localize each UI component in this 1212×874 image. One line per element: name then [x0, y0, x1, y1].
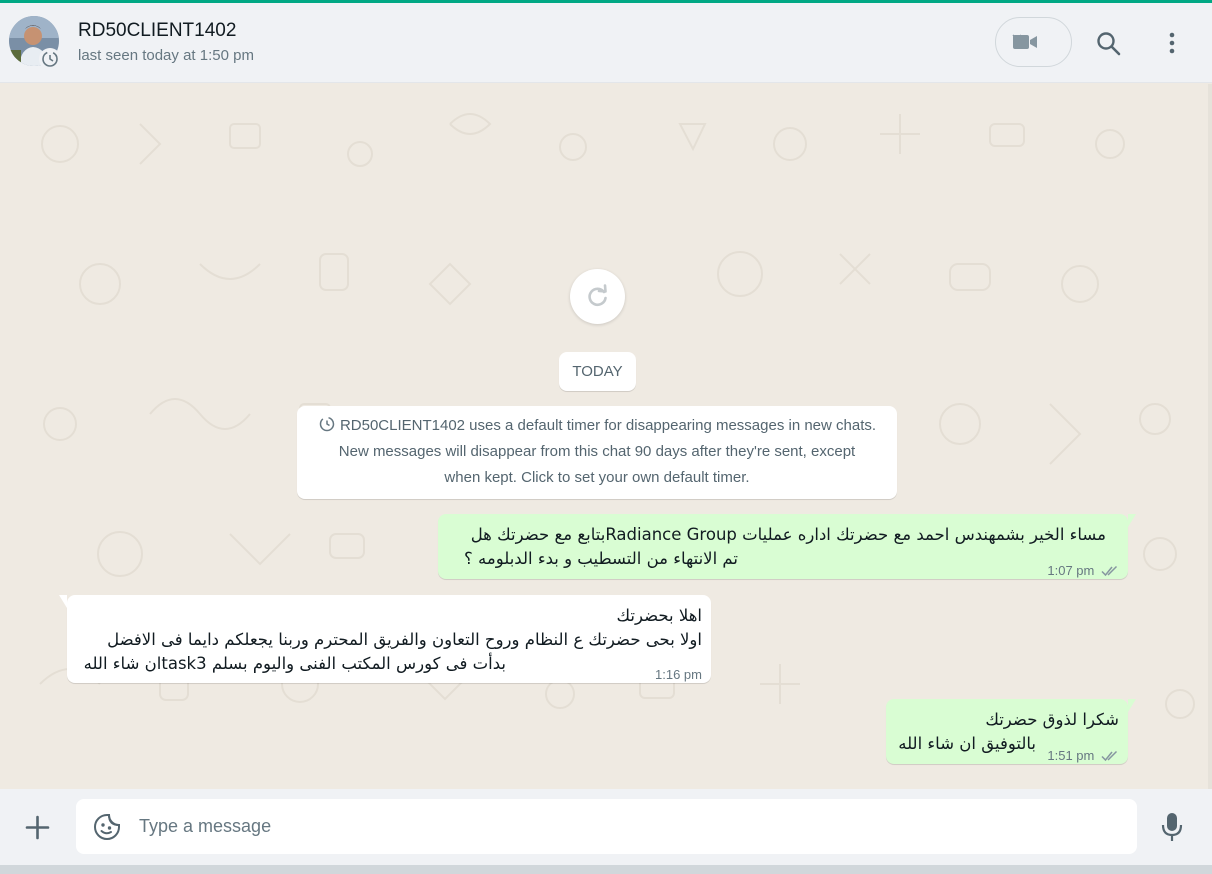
- search-icon[interactable]: [1096, 31, 1122, 57]
- message-composer: [0, 789, 1212, 865]
- message-input[interactable]: [139, 799, 1119, 854]
- bubble-tail: [1128, 699, 1136, 712]
- chat-scrollbar[interactable]: [1208, 84, 1212, 789]
- disappearing-timer-badge: [39, 48, 61, 70]
- message-line: مساء الخير بشمهندس احمد مع حضرتك اداره ع…: [470, 525, 1106, 544]
- message-line: اولا بحى حضرتك ع النظام وروح التعاون وال…: [107, 630, 702, 649]
- message-line: تم الانتهاء من التسطيب و بدء الدبلومه ؟: [464, 549, 738, 568]
- message-input-box[interactable]: [76, 799, 1137, 854]
- chat-header[interactable]: RD50CLIENT1402 last seen today at 1:50 p…: [0, 3, 1212, 83]
- date-separator: TODAY: [559, 352, 636, 391]
- refresh-icon: [588, 284, 607, 307]
- message-time: 1:16 pm: [655, 667, 702, 682]
- read-receipt-icon: [1101, 750, 1118, 762]
- menu-icon[interactable]: [1163, 31, 1181, 57]
- chat-area[interactable]: TODAY RD50CLIENT1402 uses a default time…: [0, 84, 1212, 789]
- contact-name[interactable]: RD50CLIENT1402: [78, 20, 236, 42]
- message-line: اهلا بحضرتك: [616, 606, 702, 625]
- incoming-message[interactable]: اهلا بحضرتك اولا بحى حضرتك ع النظام وروح…: [59, 595, 711, 683]
- disappearing-messages-notice[interactable]: RD50CLIENT1402 uses a default timer for …: [297, 406, 897, 499]
- bubble-tail: [59, 595, 67, 608]
- window-bottom-edge: [0, 865, 1212, 874]
- sticker-icon[interactable]: [93, 813, 121, 841]
- message-line: شكرا لذوق حضرتك: [985, 710, 1119, 729]
- bubble-tail: [1128, 514, 1136, 527]
- timer-icon: [319, 416, 335, 432]
- message-time: 1:07 pm: [1047, 563, 1095, 578]
- notice-line: New messages will disappear from this ch…: [338, 443, 856, 460]
- message-meta: 1:51 pm: [1047, 744, 1119, 768]
- video-call-button[interactable]: [995, 17, 1072, 67]
- message-time: 1:51 pm: [1047, 748, 1095, 763]
- attach-plus-icon[interactable]: [25, 815, 50, 840]
- message-meta: 1:07 pm: [1047, 559, 1119, 583]
- load-earlier-button[interactable]: [570, 269, 625, 324]
- outgoing-message[interactable]: شكرا لذوق حضرتك بالتوفيق ان شاء الله 1:5…: [886, 699, 1136, 764]
- message-line: بدأت فى كورس المكتب الفنى واليوم بسلم ta…: [83, 654, 506, 673]
- notice-line: RD50CLIENT1402 uses a default timer for …: [339, 417, 877, 434]
- message-line: بالتوفيق ان شاء الله: [898, 734, 1036, 753]
- outgoing-message[interactable]: مساء الخير بشمهندس احمد مع حضرتك اداره ع…: [438, 514, 1136, 579]
- timer-icon: [42, 51, 58, 67]
- microphone-icon[interactable]: [1160, 812, 1184, 842]
- chevron-down-icon: [1012, 34, 1022, 41]
- read-receipt-icon: [1101, 565, 1118, 577]
- notice-line: when kept. Click to set your own default…: [444, 469, 750, 486]
- last-seen-status: last seen today at 1:50 pm: [78, 47, 254, 64]
- message-meta: 1:16 pm: [655, 663, 702, 687]
